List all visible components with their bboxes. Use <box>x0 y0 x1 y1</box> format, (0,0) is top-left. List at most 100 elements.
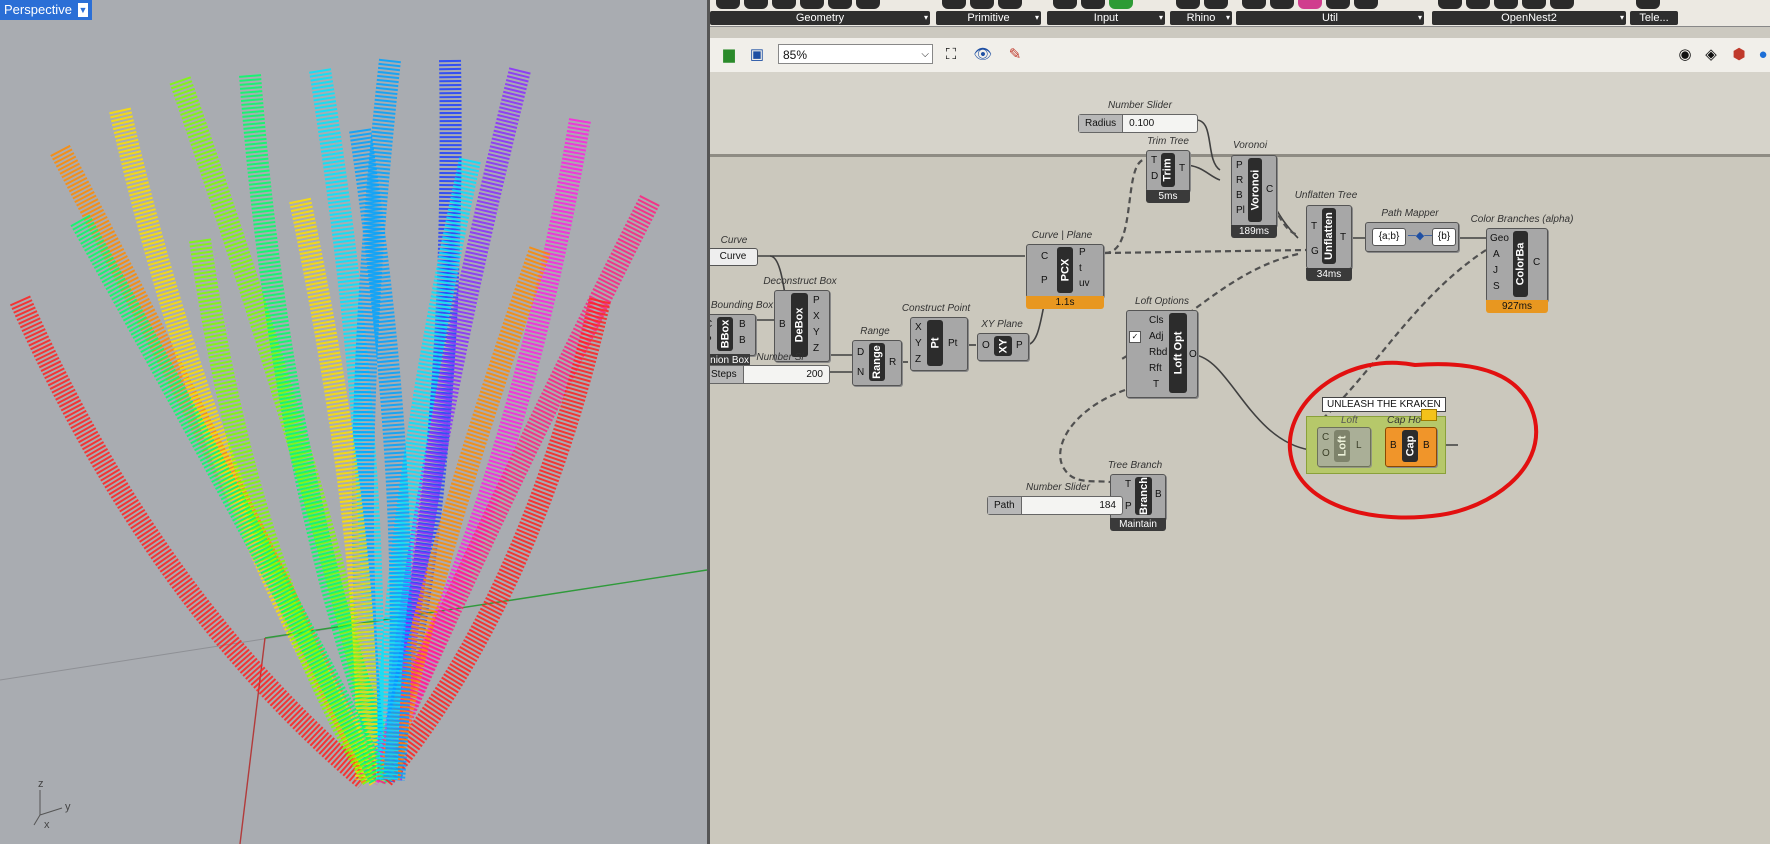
construct-point-component[interactable]: X Y Z Pt Pt <box>910 317 968 371</box>
port-geo[interactable]: Geo <box>1490 233 1509 244</box>
loft-options-component[interactable]: Cls ✓ Adj Rbd Rft T Loft Opt O <box>1126 310 1198 398</box>
port-l[interactable]: L <box>1356 440 1362 451</box>
loft-title: Loft <box>1341 415 1358 426</box>
port-t-in[interactable]: T <box>1311 221 1317 232</box>
debox-nick: DeBox <box>793 307 806 343</box>
branch-nick: Branch <box>1137 477 1150 515</box>
unflatten-component[interactable]: T G Unflatten T <box>1306 205 1352 269</box>
kraken-group[interactable]: Loft C O Loft L Cap Ho B Cap B <box>1306 409 1446 474</box>
port-p-out[interactable]: P <box>1079 247 1086 258</box>
port-y[interactable]: Y <box>915 338 922 349</box>
port-g-in[interactable]: G <box>1311 246 1319 257</box>
port-cls[interactable]: Cls <box>1149 315 1163 326</box>
port-p[interactable]: P <box>1041 275 1048 286</box>
bounding-box-component[interactable]: C P BBox B B <box>710 314 756 356</box>
path-slider[interactable]: Path 184 <box>987 496 1123 515</box>
loftopt-nick: Loft Opt <box>1172 331 1185 375</box>
port-rbd[interactable]: Rbd <box>1149 347 1167 358</box>
path-slider-title: Number Slider <box>1026 482 1090 493</box>
xy-core: XY <box>994 336 1012 356</box>
pcx-title: Curve | Plane <box>1031 230 1093 241</box>
port-b[interactable]: B <box>1155 489 1162 500</box>
slider-name: Radius <box>1079 115 1124 132</box>
port-s[interactable]: S <box>1493 281 1500 292</box>
range-component[interactable]: D N Range R <box>852 340 902 386</box>
voronoi-time: 189ms <box>1231 225 1277 238</box>
port-adj[interactable]: Adj <box>1149 331 1163 342</box>
port-o[interactable]: O <box>1322 448 1330 459</box>
color-branches-component[interactable]: Geo A J S ColorBa C <box>1486 228 1548 302</box>
port-p[interactable]: P <box>710 335 712 346</box>
debox-core: DeBox <box>791 293 808 357</box>
port-t[interactable]: T <box>1125 479 1131 490</box>
port-o[interactable]: O <box>1189 349 1197 360</box>
voronoi-component[interactable]: P R B Pl Voronoi C <box>1231 155 1277 227</box>
slider-value[interactable]: 0.100 <box>1123 115 1197 132</box>
port-b-in[interactable]: B <box>1390 440 1397 451</box>
port-d[interactable]: D <box>857 347 864 358</box>
chevron-down-icon[interactable]: ▼ <box>77 3 88 17</box>
wire-layer <box>710 119 1539 520</box>
pcx-nick: PCX <box>1059 258 1071 282</box>
port-b[interactable]: B <box>1236 190 1243 201</box>
port-r[interactable]: R <box>1236 175 1243 186</box>
port-j[interactable]: J <box>1493 265 1498 276</box>
rhino-perspective-viewport[interactable]: z y x Perspective ▼ <box>0 0 710 844</box>
port-r[interactable]: R <box>889 357 896 368</box>
steps-slider[interactable]: Steps 200 <box>710 365 830 384</box>
radius-slider-title: Number Slider <box>1108 100 1172 111</box>
voronoi-core: Voronoi <box>1248 158 1262 222</box>
slider-value[interactable]: 184 <box>1022 497 1122 514</box>
port-x[interactable]: X <box>915 322 922 333</box>
port-pt[interactable]: Pt <box>948 338 957 349</box>
port-b-out2[interactable]: B <box>739 335 746 346</box>
unflatten-core: Unflatten <box>1322 208 1336 264</box>
port-p[interactable]: P <box>1016 340 1023 351</box>
port-c[interactable]: C <box>1041 251 1048 262</box>
port-c[interactable]: C <box>1322 432 1329 443</box>
construct-point-title: Construct Point <box>901 303 971 314</box>
port-c-out[interactable]: C <box>1533 257 1540 268</box>
path-mapper-component[interactable]: {a;b} ─◆─ {b} <box>1365 222 1459 252</box>
port-x[interactable]: X <box>813 311 820 322</box>
unflatten-nick: Unflatten <box>1323 212 1336 260</box>
curve-param[interactable]: Curve <box>710 248 758 266</box>
loft-component[interactable]: C O Loft L <box>1317 427 1371 467</box>
port-d-in[interactable]: D <box>1151 171 1158 182</box>
port-p[interactable]: P <box>1236 160 1243 171</box>
viewport-tab[interactable]: Perspective ▼ <box>0 0 92 20</box>
port-b-out[interactable]: B <box>1423 440 1430 451</box>
xy-plane-component[interactable]: O XY P <box>977 333 1029 361</box>
steps-slider-title: Number Sl <box>756 352 804 363</box>
port-t-out[interactable]: t <box>1079 263 1082 274</box>
loftopt-core: Loft Opt <box>1169 313 1187 393</box>
cap-holes-component[interactable]: B Cap B <box>1385 427 1437 467</box>
port-c[interactable]: C <box>1266 184 1273 195</box>
port-uv-out[interactable]: uv <box>1079 278 1090 289</box>
port-pl[interactable]: Pl <box>1236 205 1245 216</box>
loft-nick: Loft <box>1336 435 1349 457</box>
axis-label-y: y <box>65 801 71 813</box>
port-p[interactable]: P <box>813 295 820 306</box>
port-a[interactable]: A <box>1493 249 1500 260</box>
port-t-out[interactable]: T <box>1179 163 1185 174</box>
radius-slider[interactable]: Radius 0.100 <box>1078 114 1198 133</box>
port-t[interactable]: T <box>1153 379 1159 390</box>
port-t-out[interactable]: T <box>1340 232 1346 243</box>
trim-tree-component[interactable]: T D Trim T <box>1146 150 1190 192</box>
port-b-out[interactable]: B <box>739 319 746 330</box>
port-z[interactable]: Z <box>813 343 819 354</box>
port-p[interactable]: P <box>1125 501 1132 512</box>
port-n[interactable]: N <box>857 367 864 378</box>
curve-plane-component[interactable]: C P PCX P t uv <box>1026 244 1104 298</box>
port-y[interactable]: Y <box>813 327 820 338</box>
port-o[interactable]: O <box>982 340 990 351</box>
checkbox-icon[interactable]: ✓ <box>1129 331 1141 343</box>
slider-value[interactable]: 200 <box>744 366 829 383</box>
port-b[interactable]: B <box>779 319 786 330</box>
port-t-in[interactable]: T <box>1151 155 1157 166</box>
curve-param-title: Curve <box>720 235 748 246</box>
port-c[interactable]: C <box>710 319 712 330</box>
port-z[interactable]: Z <box>915 354 921 365</box>
port-rft[interactable]: Rft <box>1149 363 1162 374</box>
